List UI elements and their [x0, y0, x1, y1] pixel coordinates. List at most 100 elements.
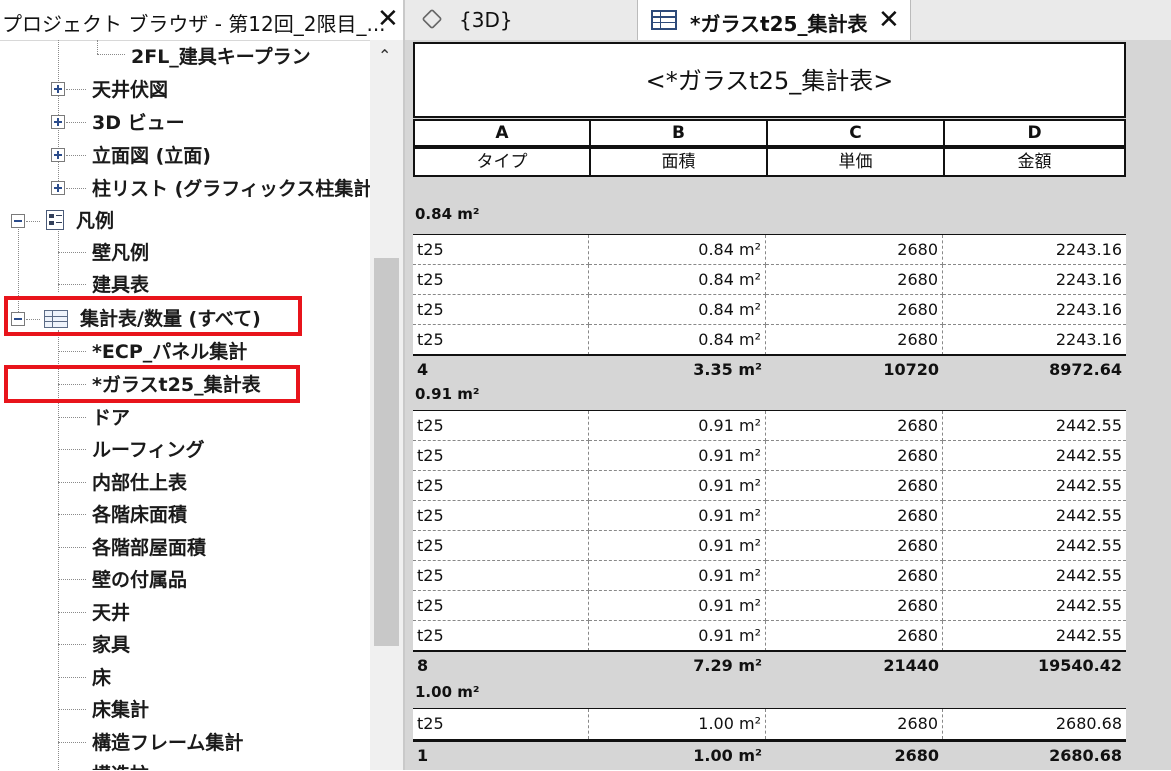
- tree-item-2fl-keyplan[interactable]: 2FL_建具キープラン: [0, 40, 370, 72]
- table-cell[interactable]: 2680: [766, 621, 943, 651]
- table-cell[interactable]: 2442.55: [943, 441, 1126, 471]
- tree-item-furniture[interactable]: 家具: [0, 628, 370, 660]
- table-cell[interactable]: 0.91 m²: [589, 621, 766, 651]
- table-cell[interactable]: t25: [413, 325, 589, 355]
- table-cell[interactable]: t25: [413, 591, 589, 621]
- table-cell[interactable]: t25: [413, 561, 589, 591]
- expand-icon[interactable]: [51, 115, 65, 129]
- scrollbar-thumb[interactable]: [374, 258, 399, 646]
- tree-item-ceiling-plan[interactable]: 天井伏図: [0, 73, 370, 105]
- table-cell[interactable]: 0.91 m²: [589, 591, 766, 621]
- tree-item-structural-column[interactable]: 構造柱: [0, 758, 370, 770]
- tree-item-wall-legend[interactable]: 壁凡例: [0, 236, 370, 268]
- tree-item-ceiling[interactable]: 天井: [0, 596, 370, 628]
- table-cell[interactable]: 0.84 m²: [589, 295, 766, 325]
- column-name-unit-price[interactable]: 単価: [766, 147, 945, 177]
- table-cell[interactable]: 0.84 m²: [589, 325, 766, 355]
- table-cell[interactable]: 2680: [766, 561, 943, 591]
- table-cell[interactable]: 0.91 m²: [589, 501, 766, 531]
- table-cell[interactable]: 0.91 m²: [589, 531, 766, 561]
- expand-icon[interactable]: [51, 148, 65, 162]
- column-letter-a[interactable]: A: [413, 119, 591, 147]
- total-cell: 2680.68: [1049, 746, 1122, 765]
- tree-item-door[interactable]: ドア: [0, 401, 370, 433]
- column-letter-b[interactable]: B: [589, 119, 768, 147]
- browser-scrollbar[interactable]: ⌃: [370, 40, 403, 770]
- table-cell[interactable]: 2243.16: [943, 325, 1126, 355]
- column-letter-d[interactable]: D: [943, 119, 1126, 147]
- table-cell[interactable]: 2442.55: [943, 471, 1126, 501]
- tree-item-wall-accessory[interactable]: 壁の付属品: [0, 563, 370, 595]
- table-cell[interactable]: 2243.16: [943, 295, 1126, 325]
- table-cell[interactable]: t25: [413, 531, 589, 561]
- tree-item-interior-finish[interactable]: 内部仕上表: [0, 466, 370, 498]
- table-cell[interactable]: t25: [413, 235, 589, 265]
- table-cell[interactable]: 2442.55: [943, 411, 1126, 441]
- column-name-type[interactable]: タイプ: [413, 147, 591, 177]
- tree-item-room-area[interactable]: 各階部屋面積: [0, 531, 370, 563]
- table-cell[interactable]: 2680: [766, 235, 943, 265]
- tree-item-3d-view[interactable]: 3D ビュー: [0, 106, 370, 138]
- table-cell[interactable]: t25: [413, 265, 589, 295]
- table-cell[interactable]: 2680: [766, 591, 943, 621]
- table-cell[interactable]: t25: [413, 295, 589, 325]
- column-letter-c[interactable]: C: [766, 119, 945, 147]
- total-cell: 3.35 m²: [693, 360, 762, 379]
- close-icon[interactable]: ✕: [377, 6, 399, 32]
- table-cell[interactable]: 2680: [766, 441, 943, 471]
- tree-item-label: *ECP_パネル集計: [92, 341, 248, 363]
- table-cell[interactable]: 2680.68: [943, 709, 1126, 739]
- tab-3d[interactable]: {3D}: [405, 0, 635, 40]
- table-cell[interactable]: 0.84 m²: [589, 235, 766, 265]
- tree-item-floor-area[interactable]: 各階床面積: [0, 498, 370, 530]
- schedule-view: <*ガラスt25_集計表> A B C D タイプ 面積 単価 金額 0.84 …: [405, 40, 1171, 770]
- table-cell[interactable]: 2680: [766, 531, 943, 561]
- tree-item-column-list[interactable]: 柱リスト (グラフィックス柱集計): [0, 172, 381, 204]
- scroll-up-icon[interactable]: ⌃: [378, 46, 391, 65]
- expand-icon[interactable]: [51, 82, 65, 96]
- tree-item-legend[interactable]: 凡例: [0, 204, 370, 236]
- table-cell[interactable]: t25: [413, 621, 589, 651]
- table-cell[interactable]: 2442.55: [943, 531, 1126, 561]
- table-cell[interactable]: t25: [413, 501, 589, 531]
- collapse-icon[interactable]: [11, 214, 25, 228]
- column-name-amount[interactable]: 金額: [943, 147, 1126, 177]
- table-cell[interactable]: 2680: [766, 709, 943, 739]
- table-cell[interactable]: 2680: [766, 411, 943, 441]
- tree-item-ecp-panel[interactable]: *ECP_パネル集計: [0, 335, 370, 367]
- table-cell[interactable]: 2680: [766, 325, 943, 355]
- table-cell[interactable]: 2243.16: [943, 235, 1126, 265]
- tree-item-structural-frame[interactable]: 構造フレーム集計: [0, 726, 370, 758]
- tree-item-floor[interactable]: 床: [0, 661, 370, 693]
- table-cell[interactable]: 2442.55: [943, 591, 1126, 621]
- table-cell[interactable]: 2442.55: [943, 501, 1126, 531]
- highlight-box-schedules: [4, 296, 302, 336]
- tree-item-roofing[interactable]: ルーフィング: [0, 433, 370, 465]
- table-cell[interactable]: 0.91 m²: [589, 561, 766, 591]
- close-icon[interactable]: ✕: [878, 7, 900, 33]
- table-cell[interactable]: 0.91 m²: [589, 441, 766, 471]
- schedule-title: <*ガラスt25_集計表>: [413, 42, 1126, 118]
- tab-glass-schedule[interactable]: *ガラスt25_集計表 ✕: [637, 0, 911, 40]
- table-cell[interactable]: t25: [413, 441, 589, 471]
- table-cell[interactable]: t25: [413, 709, 589, 739]
- project-browser: プロジェクト ブラウザ - 第12回_2限目_... ✕ 2FL_建具キープラン…: [0, 0, 405, 770]
- expand-icon[interactable]: [51, 181, 65, 195]
- table-cell[interactable]: 2243.16: [943, 265, 1126, 295]
- table-cell[interactable]: 0.84 m²: [589, 265, 766, 295]
- table-cell[interactable]: 2680: [766, 501, 943, 531]
- table-cell[interactable]: 2680: [766, 295, 943, 325]
- table-cell[interactable]: 2680: [766, 265, 943, 295]
- table-cell[interactable]: t25: [413, 411, 589, 441]
- table-cell[interactable]: t25: [413, 471, 589, 501]
- table-cell[interactable]: 2442.55: [943, 561, 1126, 591]
- table-cell[interactable]: 1.00 m²: [589, 709, 766, 739]
- tree-item-floor-schedule[interactable]: 床集計: [0, 693, 370, 725]
- table-cell[interactable]: 0.91 m²: [589, 411, 766, 441]
- tree-item-elevation[interactable]: 立面図 (立面): [0, 139, 370, 171]
- table-cell[interactable]: 2680: [766, 471, 943, 501]
- tree-item-label: 天井伏図: [92, 79, 169, 101]
- table-cell[interactable]: 0.91 m²: [589, 471, 766, 501]
- table-cell[interactable]: 2442.55: [943, 621, 1126, 651]
- column-name-area[interactable]: 面積: [589, 147, 768, 177]
